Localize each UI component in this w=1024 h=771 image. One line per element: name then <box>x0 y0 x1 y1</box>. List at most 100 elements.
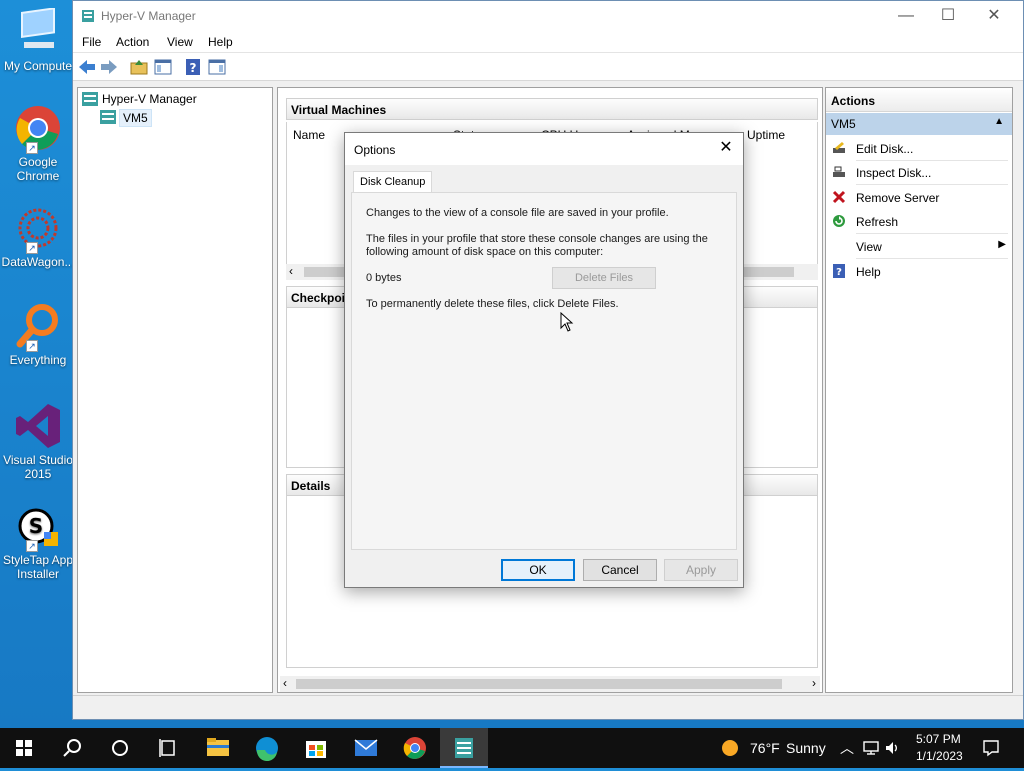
shortcut-arrow-icon: ↗ <box>26 142 38 154</box>
weather-text[interactable]: Sunny <box>786 740 826 756</box>
remove-icon <box>832 190 846 204</box>
delete-files-button[interactable]: Delete Files <box>552 267 656 289</box>
scroll-left-icon[interactable]: ‹ <box>283 676 287 690</box>
desktop-icon-label: Google Chrome <box>16 155 60 183</box>
task-view-icon[interactable] <box>144 728 192 768</box>
menu-file[interactable]: File <box>82 35 101 49</box>
network-icon[interactable] <box>862 740 880 756</box>
close-button[interactable]: ✕ <box>971 1 1017 31</box>
desktop-icon-chrome[interactable]: ↗ Google Chrome <box>0 104 76 183</box>
desktop-icon-label: DataWagon... <box>1 255 75 269</box>
cancel-button[interactable]: Cancel <box>583 559 657 581</box>
show-hide-action-pane-icon[interactable] <box>207 57 227 77</box>
forward-arrow-icon[interactable] <box>99 57 119 77</box>
ok-button[interactable]: OK <box>501 559 575 581</box>
file-explorer-icon[interactable] <box>194 728 242 768</box>
menu-bar: File Action View Help <box>73 31 1023 53</box>
up-folder-icon[interactable] <box>129 57 149 77</box>
visual-studio-icon <box>14 402 62 450</box>
tab-disk-cleanup[interactable]: Disk Cleanup <box>353 171 433 193</box>
collapse-up-icon[interactable]: ▲ <box>994 116 1004 127</box>
clock-time[interactable]: 5:07 PM <box>916 732 961 746</box>
dialog-title-bar[interactable]: Options ✕ <box>345 133 743 165</box>
action-view[interactable]: View ▶ <box>832 235 1008 259</box>
taskbar-hyperv-active[interactable] <box>440 728 488 768</box>
shortcut-arrow-icon: ↗ <box>26 340 38 352</box>
weather-temp[interactable]: 76°F <box>750 740 780 756</box>
scroll-thumb[interactable] <box>296 679 782 689</box>
desktop-icon-everything[interactable]: ↗ Everything <box>0 302 76 367</box>
disk-cleanup-panel: Changes to the view of a console file ar… <box>351 192 737 550</box>
profile-info-text: Changes to the view of a console file ar… <box>366 207 669 219</box>
submenu-arrow-icon: ▶ <box>998 239 1006 250</box>
tree-root-label: Hyper-V Manager <box>102 92 197 106</box>
svg-text:?: ? <box>190 61 197 75</box>
menu-help[interactable]: Help <box>208 35 233 49</box>
desktop-icon-my-computer[interactable]: My Compute <box>0 7 76 73</box>
action-edit-disk[interactable]: Edit Disk... <box>832 137 1008 161</box>
edge-icon[interactable] <box>243 728 291 768</box>
hyperv-server-icon <box>82 92 98 106</box>
disk-space-value: 0 bytes <box>366 272 402 284</box>
hyperv-taskbar-icon <box>455 738 473 758</box>
options-dialog: Options ✕ Disk Cleanup Changes to the vi… <box>344 132 744 588</box>
action-label: Remove Server <box>856 191 940 205</box>
volume-icon[interactable] <box>884 740 902 756</box>
desktop-icon-label: Visual Studio 2015 <box>3 453 73 481</box>
action-label: Edit Disk... <box>856 142 914 156</box>
desktop-icon-visual-studio[interactable]: Visual Studio 2015 <box>0 402 76 481</box>
scroll-left-icon[interactable]: ‹ <box>289 264 293 278</box>
svg-text:?: ? <box>836 267 842 278</box>
desktop-icon-label: StyleTap App Installer <box>2 553 74 581</box>
scroll-right-icon[interactable]: › <box>812 676 816 690</box>
actions-pane: Actions VM5 ▲ Edit Disk... Inspect Disk.… <box>825 87 1013 693</box>
cortana-icon[interactable] <box>96 728 144 768</box>
menu-action[interactable]: Action <box>116 35 149 49</box>
desktop-icon-styletap[interactable]: S ↗ StyleTap App Installer <box>0 502 76 581</box>
column-uptime[interactable]: Uptime <box>747 128 785 142</box>
disk-usage-text: The files in your profile that store the… <box>366 233 708 245</box>
search-icon[interactable] <box>48 728 96 768</box>
tree-item-label: VM5 <box>119 109 152 127</box>
action-remove-server[interactable]: Remove Server <box>832 186 1008 210</box>
sun-weather-icon[interactable] <box>720 738 740 758</box>
styletap-icon: S ↗ <box>14 502 62 552</box>
action-label: Help <box>856 265 881 279</box>
mouse-cursor-icon <box>560 312 574 332</box>
notifications-icon[interactable] <box>982 739 1000 757</box>
action-help[interactable]: ? Help <box>832 260 1008 284</box>
status-bar <box>73 695 1023 719</box>
shortcut-arrow-icon: ↗ <box>26 242 38 254</box>
center-horizontal-scrollbar[interactable]: ‹ › <box>280 676 820 692</box>
start-windows-icon[interactable] <box>0 728 48 768</box>
action-inspect-disk[interactable]: Inspect Disk... <box>832 161 1008 185</box>
chrome-taskbar-icon[interactable] <box>391 728 439 768</box>
store-icon[interactable] <box>292 728 340 768</box>
desktop-icon-label: My Compute <box>3 59 73 73</box>
window-title: Hyper-V Manager <box>101 9 196 23</box>
clock-date[interactable]: 1/1/2023 <box>916 749 963 763</box>
edit-disk-icon <box>833 142 845 153</box>
actions-group-vm5[interactable]: VM5 ▲ <box>826 113 1012 135</box>
show-hide-tree-icon[interactable] <box>153 57 173 77</box>
minimize-button[interactable]: — <box>883 1 929 31</box>
maximize-button[interactable]: ☐ <box>925 1 971 31</box>
column-name[interactable]: Name <box>293 128 325 142</box>
help-toolbar-icon[interactable]: ? <box>183 57 203 77</box>
inspect-disk-icon <box>833 166 845 177</box>
mail-icon[interactable] <box>342 728 390 768</box>
taskbar: 76°F Sunny ︿ 5:07 PM 1/1/2023 <box>0 728 1024 768</box>
chevron-up-icon[interactable]: ︿ <box>840 738 854 758</box>
help-icon: ? <box>833 264 845 278</box>
desktop-icon-datawagon[interactable]: ↗ DataWagon... <box>0 204 76 269</box>
back-arrow-icon[interactable] <box>77 57 97 77</box>
dialog-title: Options <box>354 143 396 157</box>
toolbar: ? <box>73 53 1023 81</box>
menu-view[interactable]: View <box>167 35 193 49</box>
title-bar[interactable]: Hyper-V Manager — ☐ ✕ <box>73 1 1023 31</box>
dialog-close-icon[interactable]: ✕ <box>715 137 737 159</box>
shortcut-arrow-icon: ↗ <box>26 540 38 552</box>
action-refresh[interactable]: Refresh <box>832 210 1008 234</box>
apply-button[interactable]: Apply <box>664 559 738 581</box>
refresh-icon <box>833 215 845 227</box>
